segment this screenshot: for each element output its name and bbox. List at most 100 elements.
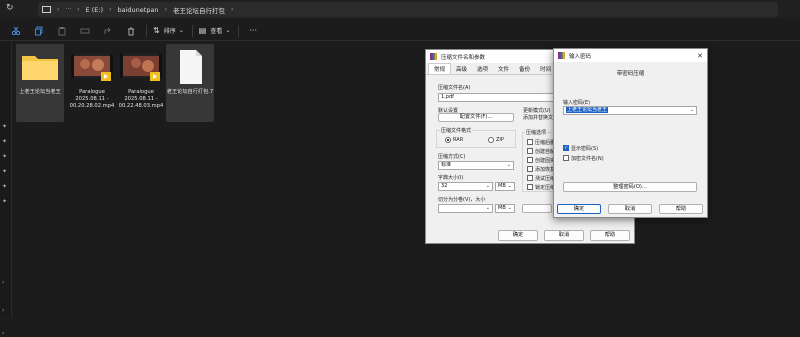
chevron-down-icon: ⌄ bbox=[485, 183, 490, 189]
help-button[interactable]: 帮助 bbox=[590, 230, 630, 241]
password-dialog-title: 输入密码 bbox=[569, 53, 592, 60]
share-icon[interactable] bbox=[101, 24, 115, 38]
paste-icon[interactable] bbox=[55, 24, 69, 38]
chevron-right-icon: › bbox=[109, 6, 112, 13]
chevron-right-icon: › bbox=[77, 6, 80, 13]
copy-icon[interactable] bbox=[32, 24, 46, 38]
option-checkbox[interactable] bbox=[527, 175, 533, 181]
address-bar[interactable]: › ··· › E (E:) › baidunetpan › 老王论坛自行打包 … bbox=[38, 2, 778, 17]
dict-unit-select[interactable]: MB ⌄ bbox=[495, 182, 515, 191]
navigation-pane: ✦ ✦ ✦ ✦ ✦ ✦ › › › bbox=[0, 41, 12, 337]
command-bar: ⇅ 排序 ⌄ ▤ 查看 ⌄ ··· bbox=[0, 21, 800, 41]
format-label: 压缩文件格式 bbox=[440, 127, 473, 134]
chevron-right-icon: › bbox=[164, 6, 167, 13]
split-size-input[interactable]: ⌄ bbox=[438, 204, 493, 213]
more-button[interactable]: ··· bbox=[249, 26, 257, 35]
option-checkbox[interactable] bbox=[527, 184, 533, 190]
dict-select[interactable]: 32 ⌄ bbox=[438, 182, 493, 191]
pin-icon[interactable]: ✦ bbox=[2, 183, 9, 190]
sort-icon: ⇅ bbox=[153, 26, 160, 35]
refresh-icon[interactable]: ↻ bbox=[6, 3, 14, 13]
method-value: 标准 bbox=[441, 162, 452, 168]
breadcrumb-folder[interactable]: baidunetpan bbox=[118, 6, 159, 14]
file-item-folder[interactable]: 上老王论坛当老王 bbox=[16, 44, 64, 122]
show-password-checkbox[interactable] bbox=[563, 145, 569, 151]
winrar-icon bbox=[430, 53, 437, 60]
tab-advanced[interactable]: 高级 bbox=[451, 64, 472, 74]
update-mode-value[interactable]: 添加并替换文 bbox=[523, 114, 553, 121]
view-label: 查看 bbox=[210, 28, 223, 35]
tab-options[interactable]: 选项 bbox=[472, 64, 493, 74]
toolbar-divider bbox=[191, 24, 193, 37]
file-item-document[interactable]: 老王论坛自行打包.7 bbox=[166, 44, 214, 122]
option-label: 创建固实 bbox=[535, 158, 556, 164]
format-rar-radio[interactable] bbox=[445, 137, 451, 143]
ellipsis-icon[interactable]: ··· bbox=[65, 6, 71, 13]
set-password-button[interactable] bbox=[522, 204, 552, 213]
method-label: 压缩方式(C) bbox=[438, 154, 466, 160]
chevron-right-icon: › bbox=[57, 6, 60, 13]
file-item-video[interactable]: Paralogue 2025.08.11 - 00.20.28.02.mp4 bbox=[68, 44, 116, 122]
tab-backup[interactable]: 备份 bbox=[514, 64, 535, 74]
close-icon[interactable]: ✕ bbox=[697, 52, 703, 60]
encrypt-names-checkbox[interactable] bbox=[563, 155, 569, 161]
cancel-button[interactable]: 取消 bbox=[608, 204, 652, 214]
encrypt-names-label: 加密文件名(N) bbox=[571, 156, 604, 162]
breadcrumb-drive[interactable]: E (E:) bbox=[86, 6, 104, 14]
cancel-button[interactable]: 取消 bbox=[544, 230, 584, 241]
file-name: Paralogue 2025.08.11 - 00.20.28.02.mp4 bbox=[69, 89, 115, 109]
sort-button[interactable]: ⇅ 排序 ⌄ bbox=[153, 26, 184, 35]
option-label: 添加恢复 bbox=[535, 167, 556, 173]
archive-dialog-title: 压缩文件名和参数 bbox=[441, 54, 486, 61]
delete-icon[interactable] bbox=[124, 24, 138, 38]
video-thumbnail-icon bbox=[120, 54, 162, 81]
view-icon: ▤ bbox=[198, 26, 207, 35]
method-select[interactable]: 标准 ⌄ bbox=[438, 161, 514, 170]
pin-icon[interactable]: ✦ bbox=[2, 138, 9, 145]
pin-icon[interactable]: ✦ bbox=[2, 153, 9, 160]
dict-value: 32 bbox=[441, 183, 448, 189]
chevron-right-icon[interactable]: › bbox=[2, 279, 9, 286]
option-checkbox[interactable] bbox=[527, 139, 533, 145]
address-row: ↻ › ··· › E (E:) › baidunetpan › 老王论坛自行打… bbox=[0, 0, 800, 19]
option-label: 锁定压缩 bbox=[535, 185, 556, 191]
password-value: 上老王论坛当老王 bbox=[566, 107, 609, 113]
chevron-down-icon: ⌄ bbox=[507, 205, 512, 211]
sort-label: 排序 bbox=[163, 28, 176, 35]
password-dialog-titlebar: 输入密码 ✕ bbox=[554, 49, 707, 62]
ok-button[interactable]: 确定 bbox=[498, 230, 538, 241]
breadcrumb-current[interactable]: 老王论坛自行打包 bbox=[173, 5, 225, 15]
option-label: 测试压缩 bbox=[535, 176, 556, 182]
password-dialog-subtitle: 带密码压缩 bbox=[616, 71, 645, 77]
password-input[interactable]: 上老王论坛当老王 ⌄ bbox=[563, 106, 697, 115]
document-icon bbox=[180, 50, 202, 84]
view-button[interactable]: ▤ 查看 ⌄ bbox=[199, 26, 231, 35]
tab-general[interactable]: 常规 bbox=[428, 63, 452, 74]
chevron-right-icon[interactable]: › bbox=[2, 330, 9, 337]
option-checkbox[interactable] bbox=[527, 148, 533, 154]
format-zip-radio[interactable] bbox=[488, 137, 494, 143]
split-unit: MB bbox=[498, 205, 506, 211]
cut-icon[interactable] bbox=[9, 24, 23, 38]
tab-files[interactable]: 文件 bbox=[493, 64, 514, 74]
options-label: 压缩选项 bbox=[525, 129, 548, 136]
file-item-video[interactable]: Paralogue 2025.08.11 - 00.22.48.03.mp4 bbox=[117, 44, 165, 122]
pin-icon[interactable]: ✦ bbox=[2, 198, 9, 205]
help-button[interactable]: 帮助 bbox=[659, 204, 703, 214]
option-checkbox[interactable] bbox=[527, 157, 533, 163]
chevron-right-icon[interactable]: › bbox=[2, 307, 9, 314]
option-checkbox[interactable] bbox=[527, 166, 533, 172]
ok-button[interactable]: 确定 bbox=[557, 204, 601, 214]
file-name: 上老王论坛当老王 bbox=[19, 89, 61, 95]
pin-icon[interactable]: ✦ bbox=[2, 168, 9, 175]
chevron-down-icon: ⌄ bbox=[506, 162, 511, 168]
pin-icon[interactable]: ✦ bbox=[2, 123, 9, 130]
profiles-button[interactable]: 配置文件(F)... bbox=[438, 113, 514, 122]
option-label: 创建自解 bbox=[535, 149, 556, 155]
split-unit-select[interactable]: MB ⌄ bbox=[495, 204, 515, 213]
folder-icon bbox=[22, 56, 58, 80]
archive-name-input[interactable]: 1.pdf bbox=[438, 93, 556, 102]
manage-passwords-button[interactable]: 整理密码(O)... bbox=[563, 182, 697, 192]
monitor-icon bbox=[42, 6, 51, 13]
rename-icon[interactable] bbox=[78, 24, 92, 38]
